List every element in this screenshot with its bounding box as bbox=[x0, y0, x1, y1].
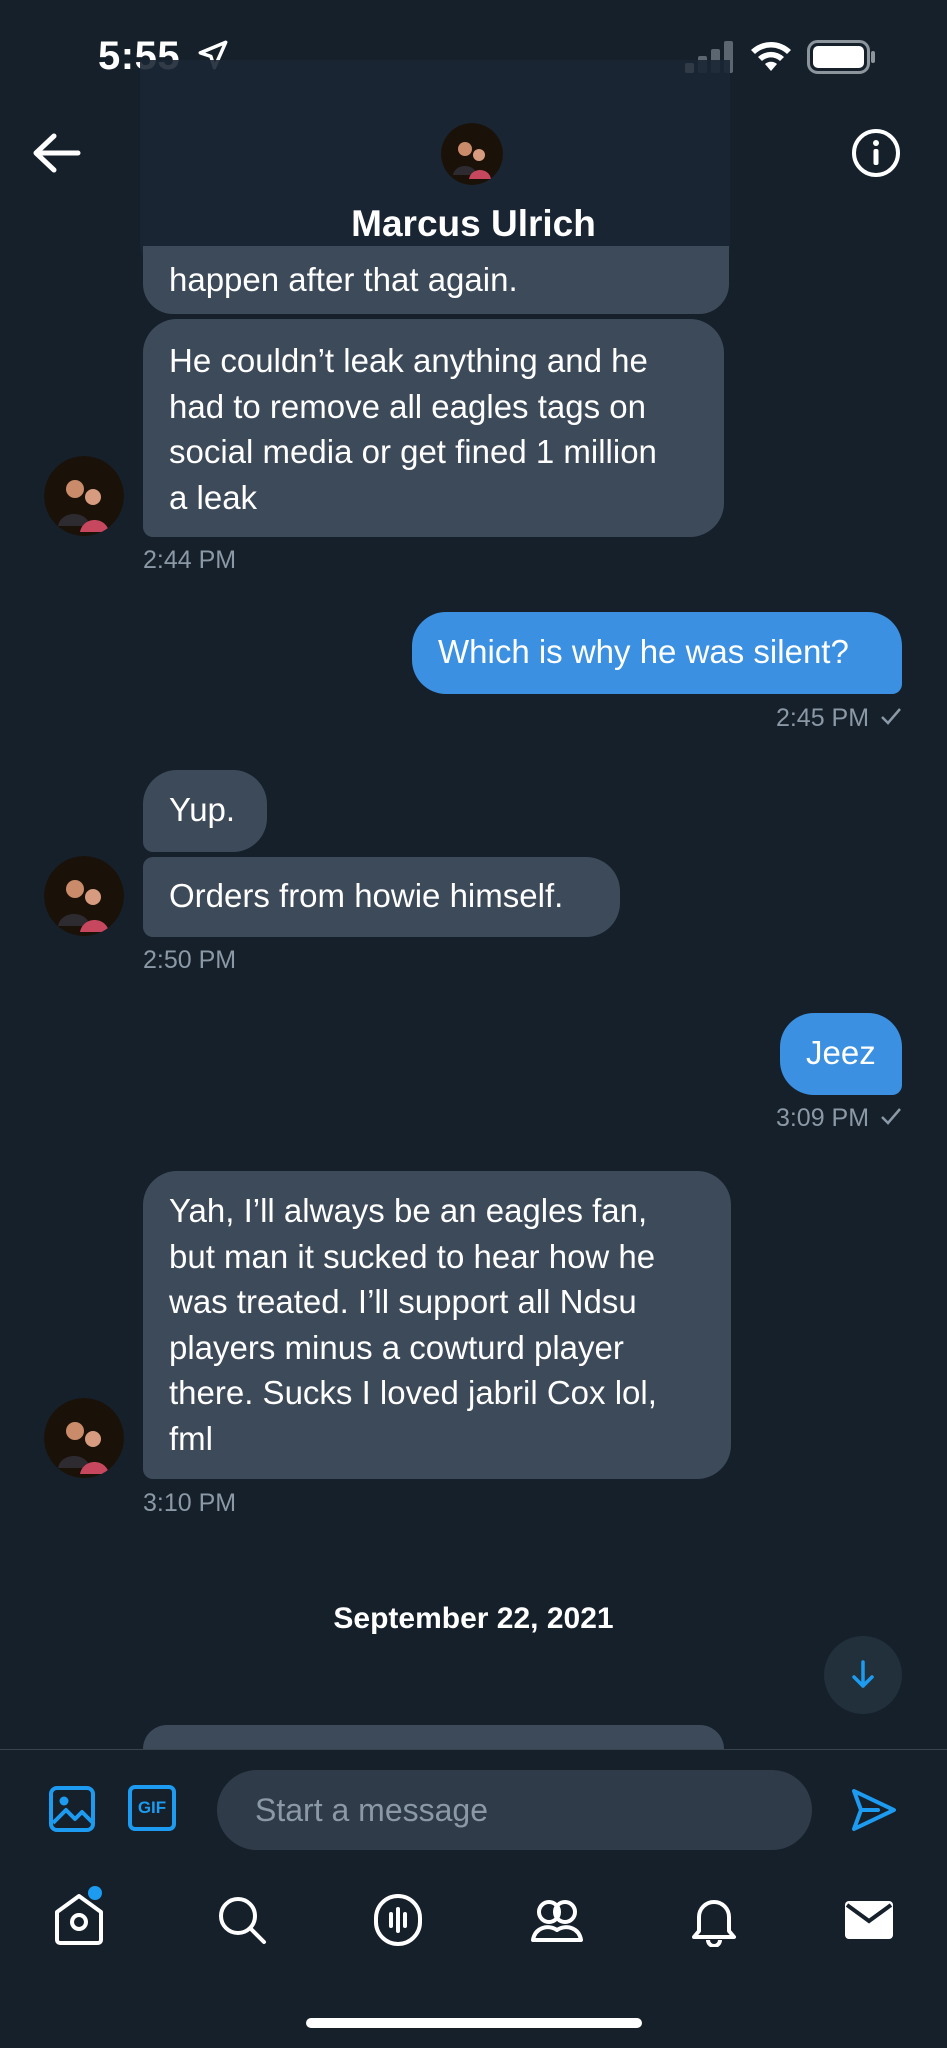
gif-button[interactable]: GIF bbox=[128, 1785, 176, 1831]
message-line: social media or get fined 1 million bbox=[169, 433, 657, 470]
message-line: but man it sucked to hear how he bbox=[169, 1237, 656, 1275]
message-timestamp: 2:45 PM bbox=[776, 704, 902, 733]
tab-home[interactable] bbox=[52, 1886, 112, 1950]
battery-icon bbox=[807, 40, 875, 74]
message-line: players minus a cowturd player bbox=[169, 1328, 624, 1366]
sender-avatar[interactable] bbox=[44, 456, 124, 536]
message-timestamp: 2:50 PM bbox=[143, 946, 237, 974]
sender-avatar[interactable] bbox=[44, 1398, 124, 1478]
info-button[interactable] bbox=[851, 128, 901, 178]
spaces-icon[interactable] bbox=[372, 1892, 424, 1948]
message-bubble-incoming[interactable]: Yup. bbox=[143, 770, 267, 852]
message-text: Jeez bbox=[806, 1034, 876, 1071]
gif-icon: GIF bbox=[137, 1798, 167, 1817]
back-button[interactable] bbox=[30, 130, 82, 176]
header-avatar[interactable] bbox=[441, 123, 503, 185]
message-line: was treated. I’ll support all Ndsu bbox=[169, 1283, 637, 1320]
back-arrow-icon bbox=[33, 133, 81, 173]
search-icon[interactable] bbox=[216, 1894, 268, 1946]
message-bubble-incoming[interactable]: He couldn’t leak anything and he had to … bbox=[143, 319, 724, 537]
messages-icon[interactable] bbox=[843, 1899, 895, 1941]
message-line: fml bbox=[169, 1419, 213, 1457]
message-bubble-outgoing[interactable]: Jeez bbox=[780, 1013, 902, 1095]
notifications-icon[interactable] bbox=[689, 1893, 739, 1947]
message-line: a leak bbox=[169, 478, 258, 516]
conversation-title[interactable]: Marcus Ulrich bbox=[0, 203, 947, 245]
message-bubble-outgoing[interactable]: Which is why he was silent? bbox=[412, 612, 902, 694]
message-text: Orders from howie himself. bbox=[169, 877, 564, 914]
message-line: had to remove all eagles tags on bbox=[169, 387, 646, 425]
message-line: He couldn’t leak anything and he bbox=[169, 342, 648, 379]
image-icon[interactable] bbox=[48, 1785, 96, 1833]
message-bubble-incoming[interactable]: Orders from howie himself. bbox=[143, 857, 620, 937]
send-icon[interactable] bbox=[850, 1786, 898, 1834]
arrow-down-icon bbox=[852, 1660, 874, 1688]
sent-check-icon bbox=[881, 1108, 901, 1125]
bottom-tab-bar bbox=[0, 1870, 947, 1970]
message-text: Yup. bbox=[169, 791, 236, 828]
message-timestamp: 2:44 PM bbox=[143, 546, 237, 574]
message-text: Which is why he was silent? bbox=[438, 633, 849, 670]
message-text: happen after that again. bbox=[169, 261, 518, 298]
wifi-icon bbox=[751, 42, 791, 71]
unread-dot bbox=[88, 1886, 103, 1900]
info-icon bbox=[852, 129, 900, 177]
message-line: Yah, I’ll always be an eagles fan, bbox=[169, 1192, 648, 1229]
message-composer: GIF bbox=[0, 1749, 947, 1870]
home-indicator[interactable] bbox=[306, 2018, 642, 2028]
sender-avatar[interactable] bbox=[44, 856, 124, 936]
communities-icon[interactable] bbox=[529, 1894, 585, 1946]
message-input[interactable] bbox=[217, 1770, 812, 1850]
message-bubble-incoming[interactable]: happen after that again. bbox=[143, 246, 729, 314]
sent-check-icon bbox=[881, 708, 901, 725]
message-line: there. Sucks I loved jabril Cox lol, bbox=[169, 1374, 657, 1411]
message-bubble-incoming-partial[interactable] bbox=[143, 1725, 724, 1749]
date-separator: September 22, 2021 bbox=[333, 1602, 614, 1635]
message-timestamp: 3:10 PM bbox=[143, 1489, 237, 1517]
message-bubble-incoming[interactable]: Yah, I’ll always be an eagles fan, but m… bbox=[143, 1171, 731, 1479]
message-timestamp: 3:09 PM bbox=[776, 1104, 902, 1133]
scroll-to-bottom-button[interactable] bbox=[824, 1636, 902, 1714]
